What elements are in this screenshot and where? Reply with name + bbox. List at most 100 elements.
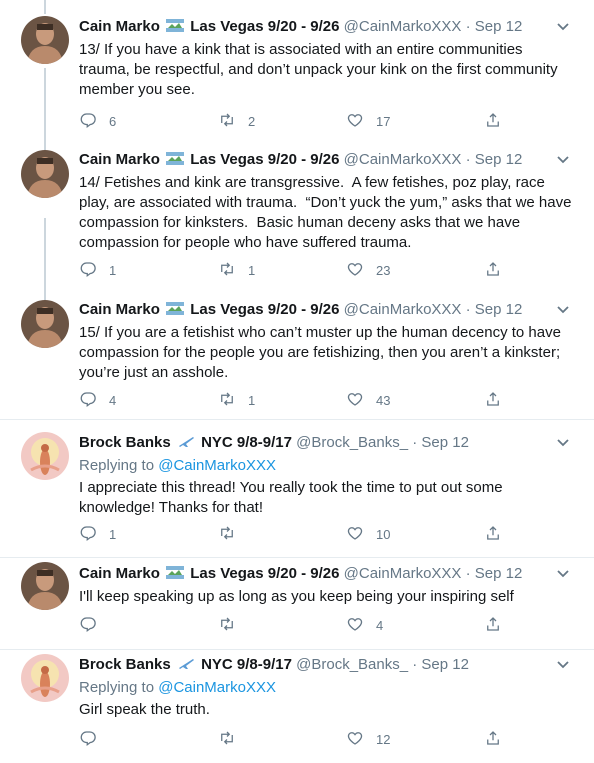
like-button[interactable]: 23 (346, 260, 390, 280)
separator-dot: · (465, 301, 471, 318)
author-handle[interactable]: @CainMarkoXXX (344, 18, 462, 35)
chevron-down-icon[interactable] (554, 300, 572, 320)
avatar-brock-banks[interactable] (21, 654, 69, 702)
reply-count: 4 (109, 392, 117, 408)
author-name[interactable]: Brock Banks (79, 656, 171, 673)
share-icon (484, 260, 502, 281)
like-count: 23 (376, 262, 391, 278)
tweet-text: I'll keep speaking up as long as you kee… (79, 588, 514, 605)
author-handle[interactable]: @Brock_Banks_ (296, 434, 408, 451)
reply-button[interactable]: 1 (79, 524, 116, 544)
tweet-text: 15/ If you are a fetishist who can’t mus… (79, 324, 566, 381)
like-button[interactable]: 43 (346, 390, 390, 410)
tweet-date[interactable]: Sep 12 (475, 18, 523, 35)
reply-icon (79, 260, 97, 281)
reply-icon (79, 390, 97, 411)
reply-button[interactable]: 1 (79, 260, 116, 280)
retweet-button[interactable]: 2 (218, 111, 255, 131)
share-button[interactable] (484, 524, 502, 544)
avatar-cain-marko[interactable] (21, 300, 69, 348)
reply-button[interactable]: 6 (79, 111, 116, 131)
tweet-date[interactable]: Sep 12 (421, 434, 469, 451)
replying-to: Replying to @CainMarkoXXX (79, 678, 572, 698)
retweet-button[interactable] (218, 615, 248, 635)
tweet[interactable]: Cain Marko Las Vegas 9/20 - 9/26 @CainMa… (0, 150, 594, 300)
like-button[interactable]: 4 (346, 615, 383, 635)
chevron-down-icon[interactable] (554, 655, 572, 675)
author-location: NYC 9/8-9/17 (201, 656, 292, 673)
reply-button[interactable] (79, 729, 109, 749)
share-icon (484, 615, 502, 636)
heart-icon (346, 111, 364, 132)
share-icon (484, 729, 502, 750)
like-count: 12 (376, 731, 391, 747)
tweet-actions: 6 2 17 (79, 111, 539, 131)
share-button[interactable] (484, 615, 502, 635)
retweet-icon (218, 615, 236, 636)
like-count: 4 (376, 617, 384, 633)
share-button[interactable] (484, 260, 502, 280)
tweet[interactable]: Cain Marko Las Vegas 9/20 - 9/26 @CainMa… (0, 558, 594, 650)
reply-count: 1 (109, 526, 117, 542)
airplane-emoji (177, 434, 195, 447)
author-handle[interactable]: @Brock_Banks_ (296, 656, 408, 673)
author-handle[interactable]: @CainMarkoXXX (344, 565, 462, 582)
author-name[interactable]: Brock Banks (79, 434, 171, 451)
author-name[interactable]: Cain Marko (79, 18, 160, 35)
tweet-date[interactable]: Sep 12 (475, 565, 523, 582)
share-button[interactable] (484, 390, 502, 410)
author-name[interactable]: Cain Marko (79, 301, 160, 318)
reply-button[interactable] (79, 615, 109, 635)
reply-count: 6 (109, 113, 117, 129)
like-button[interactable]: 17 (346, 111, 390, 131)
tweet[interactable]: Cain Marko Las Vegas 9/20 - 9/26 @CainMa… (0, 0, 594, 150)
tweet[interactable]: Cain Marko Las Vegas 9/20 - 9/26 @CainMa… (0, 300, 594, 420)
like-button[interactable]: 10 (346, 524, 390, 544)
chevron-down-icon[interactable] (554, 564, 572, 584)
tweet-text: 14/ Fetishes and kink are transgressive.… (79, 174, 576, 251)
avatar-cain-marko[interactable] (21, 562, 69, 610)
author-handle[interactable]: @CainMarkoXXX (344, 151, 462, 168)
separator-dot: · (465, 18, 471, 35)
retweet-button[interactable] (218, 729, 248, 749)
author-handle[interactable]: @CainMarkoXXX (344, 301, 462, 318)
reply-count: 1 (109, 262, 117, 278)
chevron-down-icon[interactable] (554, 150, 572, 170)
tweet[interactable]: Brock Banks NYC 9/8-9/17 @Brock_Banks_ ·… (0, 650, 594, 763)
author-name[interactable]: Cain Marko (79, 151, 160, 168)
author-location: Las Vegas 9/20 - 9/26 (190, 151, 340, 168)
avatar-cain-marko[interactable] (21, 150, 69, 198)
retweet-button[interactable]: 1 (218, 390, 255, 410)
chevron-down-icon[interactable] (554, 433, 572, 453)
tweet-date[interactable]: Sep 12 (421, 656, 469, 673)
avatar-brock-banks[interactable] (21, 432, 69, 480)
tweet-header: Cain Marko Las Vegas 9/20 - 9/26 @CainMa… (79, 300, 572, 320)
tweet-header: Cain Marko Las Vegas 9/20 - 9/26 @CainMa… (79, 564, 572, 584)
like-count: 10 (376, 526, 391, 542)
airplane-emoji (177, 656, 195, 669)
retweet-button[interactable]: 1 (218, 260, 255, 280)
reply-icon (79, 524, 97, 545)
tweet-header: Cain Marko Las Vegas 9/20 - 9/26 @CainMa… (79, 17, 572, 37)
share-button[interactable] (484, 111, 502, 131)
retweet-icon (218, 729, 236, 750)
separator-dot: · (465, 151, 471, 168)
avatar-cain-marko[interactable] (21, 16, 69, 64)
retweet-button[interactable] (218, 524, 248, 544)
reply-button[interactable]: 4 (79, 390, 116, 410)
like-count: 43 (376, 392, 391, 408)
share-icon (484, 524, 502, 545)
separator-dot: · (412, 656, 418, 673)
share-icon (484, 111, 502, 132)
like-button[interactable]: 12 (346, 729, 390, 749)
tweet[interactable]: Brock Banks NYC 9/8-9/17 @Brock_Banks_ ·… (0, 420, 594, 558)
tweet-actions: 4 (79, 615, 539, 635)
replying-to-handle[interactable]: @CainMarkoXXX (158, 679, 276, 696)
tweet-date[interactable]: Sep 12 (475, 151, 523, 168)
share-button[interactable] (484, 729, 502, 749)
tweet-date[interactable]: Sep 12 (475, 301, 523, 318)
chevron-down-icon[interactable] (554, 17, 572, 37)
las-vegas-flag-emoji (166, 151, 185, 165)
author-name[interactable]: Cain Marko (79, 565, 160, 582)
replying-to-handle[interactable]: @CainMarkoXXX (158, 457, 276, 474)
